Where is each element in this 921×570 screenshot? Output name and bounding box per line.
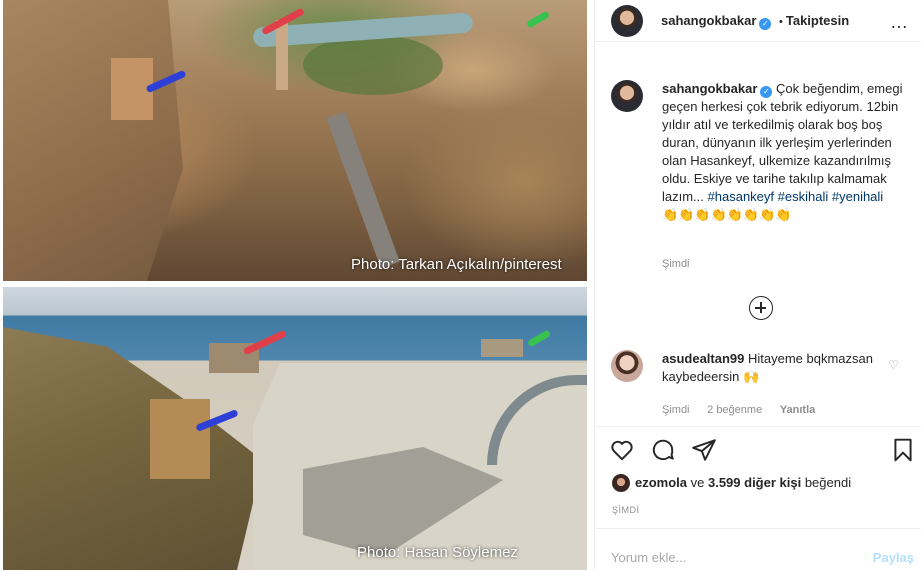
header-username[interactable]: sahangokbakar [661, 13, 756, 28]
caption-body: Çok beğendim, emegi geçen herkesi çok te… [662, 81, 903, 204]
ruin-far [481, 339, 523, 357]
photo-after: Photo: Hasan Söylemez [3, 287, 587, 570]
comment-likes[interactable]: 2 beğenme [707, 404, 762, 416]
avatar[interactable] [612, 474, 630, 492]
photo-credit-bottom: Photo: Hasan Söylemez [357, 544, 518, 561]
comment-body: asudealtan99 Hitayeme bqkmazsan kaybedee… [662, 350, 882, 386]
post-header: sahangokbakar ✓ • Takiptesin … [595, 0, 921, 42]
comment-username[interactable]: asudealtan99 [662, 351, 744, 366]
avatar[interactable] [611, 5, 643, 37]
caption-time: Şimdi [662, 258, 690, 270]
comment-meta: Şimdi 2 beğenme Yanıtla [662, 401, 829, 416]
avatar[interactable] [611, 80, 643, 112]
post-date[interactable]: ŞİMDİ [612, 505, 640, 515]
likes-suffix: beğendi [801, 475, 852, 490]
hashtag-link[interactable]: #hasankeyf [708, 189, 775, 204]
verified-badge-icon: ✓ [759, 18, 772, 30]
photo-before: Photo: Tarkan Açıkalın/pinterest [3, 0, 587, 281]
likes-summary: ezomola ve 3.599 diğer kişi beğendi [612, 474, 851, 492]
green-marker [525, 10, 551, 29]
ruin-tower [150, 399, 210, 479]
action-bar [595, 426, 921, 476]
green-marker [526, 329, 552, 348]
hashtag-link[interactable]: #eskihali [778, 189, 829, 204]
ruin-column [276, 20, 288, 90]
avatar[interactable] [611, 350, 643, 382]
verified-badge-icon: ✓ [760, 86, 773, 98]
vegetation [303, 35, 443, 95]
header-separator: • [779, 16, 783, 28]
caption: sahangokbakar ✓ Çok beğendim, emegi geçen… [662, 80, 912, 224]
post-comment-button[interactable]: Paylaş [873, 550, 914, 565]
plus-circle-icon[interactable] [749, 296, 773, 320]
likes-middle: ve [687, 475, 708, 490]
caption-username[interactable]: sahangokbakar [662, 81, 757, 96]
heart-icon[interactable]: ♡ [888, 358, 899, 372]
hashtag-link[interactable]: #yenihali [832, 189, 883, 204]
comment-input[interactable] [611, 550, 841, 565]
comment-form: Paylaş [595, 528, 921, 570]
post-side-panel: sahangokbakar ✓ • Takiptesin … sahangokbak… [594, 0, 921, 570]
post-media[interactable]: Photo: Tarkan Açıkalın/pinterest Photo: … [0, 0, 594, 570]
more-options-icon[interactable]: … [890, 12, 909, 33]
share-icon[interactable] [691, 437, 717, 463]
liker-username[interactable]: ezomola [635, 475, 687, 490]
likes-others[interactable]: 3.599 diğer kişi [708, 475, 801, 490]
bookmark-icon[interactable] [890, 437, 916, 463]
photo-credit-top: Photo: Tarkan Açıkalın/pinterest [351, 256, 562, 273]
reply-button[interactable]: Yanıtla [780, 404, 815, 416]
heart-icon[interactable] [609, 437, 635, 463]
comment-time: Şimdi [662, 404, 690, 416]
header-user-line: sahangokbakar ✓ • Takiptesin [661, 13, 849, 30]
comment-icon[interactable] [650, 437, 676, 463]
clap-emoji: 👏👏👏👏👏👏👏👏 [662, 207, 792, 222]
caption-area: sahangokbakar ✓ Çok beğendim, emegi geçen… [595, 60, 921, 340]
road [326, 111, 400, 269]
comment-item: asudealtan99 Hitayeme bqkmazsan kaybedee… [595, 342, 921, 426]
follow-status-button[interactable]: Takiptesin [786, 13, 849, 28]
